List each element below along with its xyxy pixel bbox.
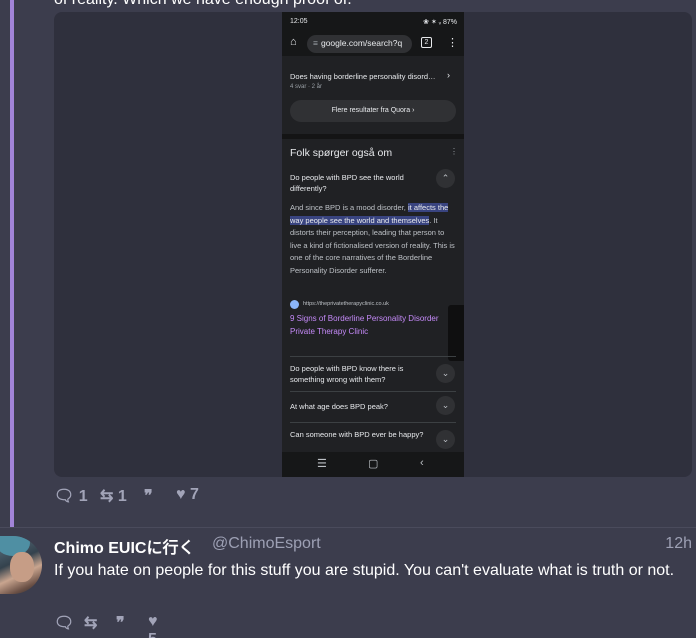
chevron-down-icon: ⌄ — [436, 396, 455, 415]
status-bar: 12:05 ❀ ✶ ᵥ 87% — [282, 12, 464, 32]
chevron-down-icon: ⌄ — [436, 364, 455, 383]
reply-button[interactable]: 🗨︎ — [54, 613, 74, 633]
back-icon: ‹ — [420, 457, 424, 469]
like-button[interactable]: ♥ 5 — [148, 613, 158, 638]
tune-icon: ≡ — [313, 38, 318, 48]
like-count: 5 — [148, 631, 157, 638]
more-options-icon: ⋮ — [447, 37, 458, 49]
reply-count: 1 — [78, 488, 88, 505]
source-site: Private Therapy Clinic — [290, 327, 369, 336]
android-nav-bar: ☰ ▢ ‹ — [282, 452, 464, 477]
repost-button[interactable]: ⇆ — [84, 613, 97, 633]
divider — [290, 356, 456, 357]
heart-icon: ♥ — [148, 613, 158, 630]
paa-question: Do people with BPD see the world differe… — [290, 173, 404, 193]
heart-icon: ♥ — [176, 486, 186, 503]
post-text-cutoff: of reality. Which we have enough proof o… — [54, 0, 352, 9]
more-options-icon: ⋮ — [450, 147, 458, 156]
home-icon: ⌂ — [290, 36, 297, 48]
like-count: 7 — [189, 486, 199, 503]
divider — [290, 422, 456, 423]
home-button-icon: ▢ — [368, 458, 379, 470]
phone-screenshot: 12:05 ❀ ✶ ᵥ 87% ⌂ ≡ google.com/search?q 2… — [282, 12, 464, 477]
section-divider — [282, 134, 464, 139]
reply-icon: 🗨︎ — [54, 615, 75, 632]
repost-button[interactable]: ⇆ 1 — [100, 486, 127, 506]
paa-question: At what age does BPD peak? — [290, 402, 388, 411]
post-time[interactable]: 12h — [665, 535, 692, 553]
chevron-down-icon: ⌄ — [436, 430, 455, 449]
avatar[interactable] — [0, 536, 42, 594]
more-results-label: Flere resultater fra Quora — [331, 107, 411, 114]
paa-answer: And since BPD is a mood disorder, it aff… — [290, 202, 456, 278]
quora-meta: 4 svar · 2 år — [290, 84, 323, 90]
post-text: If you hate on people for this stuff you… — [54, 562, 675, 579]
thread-line — [10, 0, 14, 528]
post-image[interactable]: 12:05 ❀ ✶ ᵥ 87% ⌂ ≡ google.com/search?q 2… — [54, 12, 692, 477]
source-title: 9 Signs of Borderline Personality Disord… — [290, 314, 439, 323]
quote-button[interactable]: ❞ — [116, 613, 125, 633]
source-link: 9 Signs of Borderline Personality Disord… — [290, 312, 460, 338]
paa-question: Can someone with BPD ever be happy? — [290, 430, 424, 439]
post-divider — [0, 527, 696, 528]
more-results-button: Flere resultater fra Quora › — [290, 100, 456, 122]
avatar-face — [10, 552, 34, 582]
repost-count: 1 — [117, 488, 127, 505]
quote-button[interactable]: ❞ — [144, 486, 153, 506]
author-name[interactable]: Chimo EUICに行く — [54, 534, 194, 558]
url-bar: ≡ google.com/search?q — [307, 35, 412, 53]
quora-question: Does having borderline personality disor… — [290, 72, 436, 81]
repost-icon: ⇆ — [100, 488, 114, 505]
source-url: https://theprivatetherapyclinic.co.uk — [303, 301, 389, 307]
tab-count-icon: 2 — [421, 37, 432, 48]
status-time: 12:05 — [290, 18, 308, 25]
chevron-up-icon: ⌃ — [436, 169, 455, 188]
recents-icon: ☰ — [317, 458, 327, 470]
status-indicators: ❀ ✶ ᵥ 87% — [423, 19, 457, 26]
chevron-right-icon: › — [447, 70, 450, 80]
reply-button[interactable]: 🗨︎ 1 — [54, 486, 88, 506]
browser-toolbar: ⌂ ≡ google.com/search?q 2 ⋮ — [282, 32, 464, 56]
overlay-tab — [448, 305, 464, 361]
url-text: google.com/search?q — [320, 38, 403, 48]
like-button[interactable]: ♥ 7 — [176, 486, 199, 504]
divider — [290, 391, 456, 392]
author-handle[interactable]: @ChimoEsport — [212, 535, 321, 553]
people-also-ask-heading: Folk spørger også om — [290, 147, 393, 159]
paa-question: Do people with BPD know there is somethi… — [290, 364, 404, 384]
site-favicon-icon — [290, 300, 299, 309]
reply-icon: 🗨︎ — [54, 488, 75, 505]
repost-icon: ⇆ — [84, 615, 98, 632]
quote-icon: ❞ — [144, 488, 153, 505]
quote-icon: ❞ — [116, 615, 125, 632]
answer-text: And since BPD is a mood disorder, — [290, 203, 408, 212]
